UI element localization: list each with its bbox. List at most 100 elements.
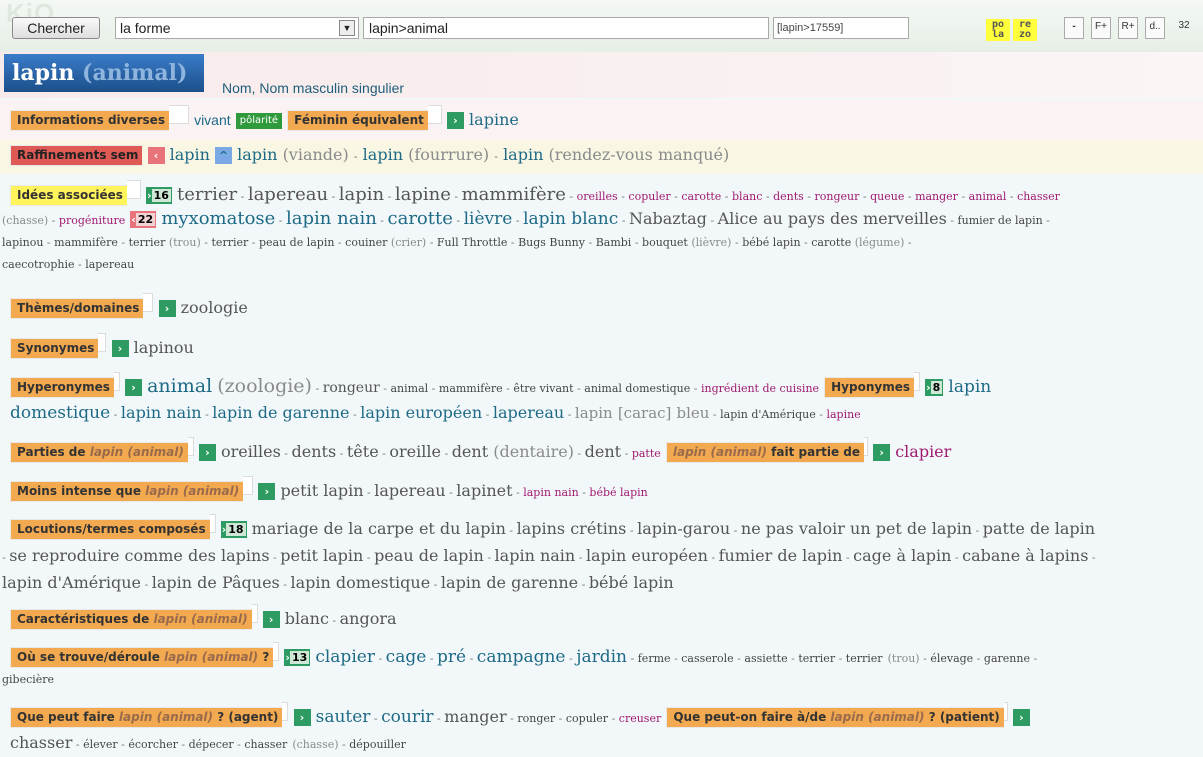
parties-arrow-icon[interactable]: › — [198, 444, 216, 461]
patient-word[interactable]: chasser — [244, 738, 287, 751]
carac-label[interactable]: Caractéristiques de lapin (animal) — [10, 609, 252, 630]
patient-word[interactable]: écorcher — [128, 738, 178, 751]
idees-word[interactable]: lapereau — [85, 258, 134, 271]
agent-word[interactable]: ronger — [517, 712, 555, 725]
fait-partie-arrow-icon[interactable]: › — [873, 444, 891, 461]
moins-word[interactable]: petit lapin — [280, 481, 363, 500]
carac-word[interactable]: angora — [340, 609, 397, 628]
agent-word[interactable]: courir — [381, 707, 433, 727]
locution[interactable]: lapin de garenne — [441, 573, 578, 592]
idees-word[interactable]: terrier — [212, 236, 249, 249]
idees-word[interactable]: lièvre — [464, 209, 513, 229]
idees-word[interactable]: couiner — [345, 236, 387, 249]
patient-word[interactable]: dépecer — [189, 738, 234, 751]
locution[interactable]: lapins crétins — [517, 519, 627, 538]
locution[interactable]: lapin domestique — [290, 573, 430, 592]
parties-word[interactable]: tête — [347, 442, 379, 461]
chevron-down-icon[interactable]: ▼ — [339, 20, 355, 36]
hyper-word[interactable]: animal — [391, 382, 429, 395]
locution[interactable]: patte de lapin — [983, 519, 1095, 538]
parties-word[interactable]: dent — [585, 442, 621, 461]
hyperonymes-label[interactable]: Hyperonymes — [10, 377, 114, 398]
idees-word[interactable]: terrier — [129, 236, 166, 249]
feminin-value[interactable]: lapine — [469, 110, 519, 129]
idees-word[interactable]: Nabaztag — [629, 209, 707, 228]
idees-word[interactable]: copuler — [628, 190, 670, 203]
idees-word[interactable]: lapin — [339, 184, 384, 205]
query-input[interactable]: lapin>animal — [363, 17, 769, 39]
ou-word[interactable]: garenne — [984, 652, 1030, 665]
idees-word[interactable]: caecotrophie — [2, 258, 74, 271]
d-button[interactable]: d.. — [1145, 17, 1165, 39]
ou-word[interactable]: ferme — [638, 652, 671, 665]
polarity-badge[interactable]: pôlarité — [235, 113, 283, 129]
raffinements-label[interactable]: Raffinements sem — [10, 145, 143, 166]
moins-word[interactable]: bébé lapin — [589, 486, 647, 499]
idees-word[interactable]: Bugs Bunny — [518, 236, 585, 249]
ou-word[interactable]: assiette — [744, 652, 787, 665]
mode-select[interactable]: la forme ▼ — [115, 17, 359, 39]
idees-word[interactable]: oreilles — [577, 190, 618, 203]
idees-word[interactable]: lapine — [395, 184, 451, 205]
agent-word[interactable]: creuser — [619, 712, 661, 725]
parties-word[interactable]: oreilles — [221, 442, 281, 461]
idees-word[interactable]: carotte — [388, 208, 453, 229]
idees-word[interactable]: lapin nain — [286, 208, 377, 229]
locution[interactable]: cage à lapin — [853, 546, 951, 565]
idees-word[interactable]: lapereau — [248, 184, 328, 205]
idees-expand-icon[interactable]: › 16 — [146, 187, 172, 204]
synonymes-label[interactable]: Synonymes — [10, 338, 99, 359]
fait-partie-value[interactable]: clapier — [895, 442, 951, 461]
parties-word[interactable]: oreille — [389, 442, 441, 461]
hypo-word[interactable]: lapin européen — [360, 403, 482, 422]
parties-word[interactable]: dents — [292, 442, 337, 461]
idees-word[interactable]: mammifère — [54, 236, 118, 249]
hypo-word[interactable]: lapin — [948, 377, 991, 397]
locution[interactable]: ne pas valoir un pet de lapin — [741, 519, 972, 538]
hyperonymes-arrow-icon[interactable]: › — [125, 379, 142, 396]
patient-label[interactable]: Que peut-on faire à/de lapin (animal) ? … — [666, 707, 1004, 728]
r-plus-button[interactable]: R+ — [1118, 17, 1138, 39]
feminin-label[interactable]: Féminin équivalent — [287, 110, 428, 131]
idees-word[interactable]: Alice au pays des merveilles — [718, 209, 947, 228]
agent-label[interactable]: Que peut faire lapin (animal) ? (agent) — [10, 707, 283, 728]
hypo-word[interactable]: lapin nain — [121, 403, 202, 422]
synonymes-arrow-icon[interactable]: › — [111, 340, 129, 357]
raff-word-2[interactable]: lapin — [237, 145, 277, 164]
locution[interactable]: lapin nain — [495, 546, 576, 565]
locution[interactable]: lapin d'Amérique — [2, 573, 141, 592]
hypo-word[interactable]: lapereau — [493, 403, 564, 422]
locution[interactable]: lapin de Pâques — [152, 573, 280, 592]
idees-word[interactable]: lapin blanc — [523, 209, 618, 229]
info-label[interactable]: Informations diverses — [10, 110, 169, 131]
feminin-arrow-icon[interactable]: › — [446, 112, 464, 129]
ou-expand-icon[interactable]: › 13 — [284, 649, 311, 666]
ou-word[interactable]: clapier — [315, 647, 375, 667]
idees-word[interactable]: animal — [969, 190, 1007, 203]
idees-word[interactable]: manger — [915, 190, 958, 203]
synonymes-value[interactable]: lapinou — [134, 338, 194, 357]
moins-word[interactable]: lapinet — [456, 481, 512, 500]
carac-word[interactable]: blanc — [285, 609, 329, 628]
ou-word[interactable]: campagne — [477, 647, 566, 667]
hyper-word[interactable]: animal domestique — [584, 382, 690, 395]
ou-word[interactable]: élevage — [930, 652, 973, 665]
patient-arrow-icon[interactable]: › — [1012, 709, 1030, 726]
ou-word[interactable]: pré — [437, 647, 466, 667]
locution[interactable]: lapin européen — [586, 546, 708, 565]
idees-word[interactable]: mammifère — [462, 184, 566, 205]
locution[interactable]: mariage de la carpe et du lapin — [252, 519, 506, 538]
idees-label[interactable]: Idées associées — [10, 185, 127, 206]
parties-label[interactable]: Parties de lapin (animal) — [10, 442, 188, 463]
hypo-word[interactable]: lapin de garenne — [212, 403, 349, 422]
raff-word-3[interactable]: lapin — [363, 145, 403, 164]
search-button[interactable]: Chercher — [12, 17, 100, 39]
three-two-button[interactable]: 32 — [1174, 17, 1194, 39]
locution[interactable]: cabane à lapins — [962, 546, 1088, 565]
raff-word-1[interactable]: lapin — [170, 145, 210, 164]
idees-word[interactable]: bouquet — [642, 236, 688, 249]
locution[interactable]: peau de lapin — [374, 546, 484, 565]
agent-word[interactable]: sauter — [316, 707, 371, 727]
hypo-word[interactable]: lapin — [575, 404, 613, 422]
ou-word[interactable]: casserole — [681, 652, 733, 665]
